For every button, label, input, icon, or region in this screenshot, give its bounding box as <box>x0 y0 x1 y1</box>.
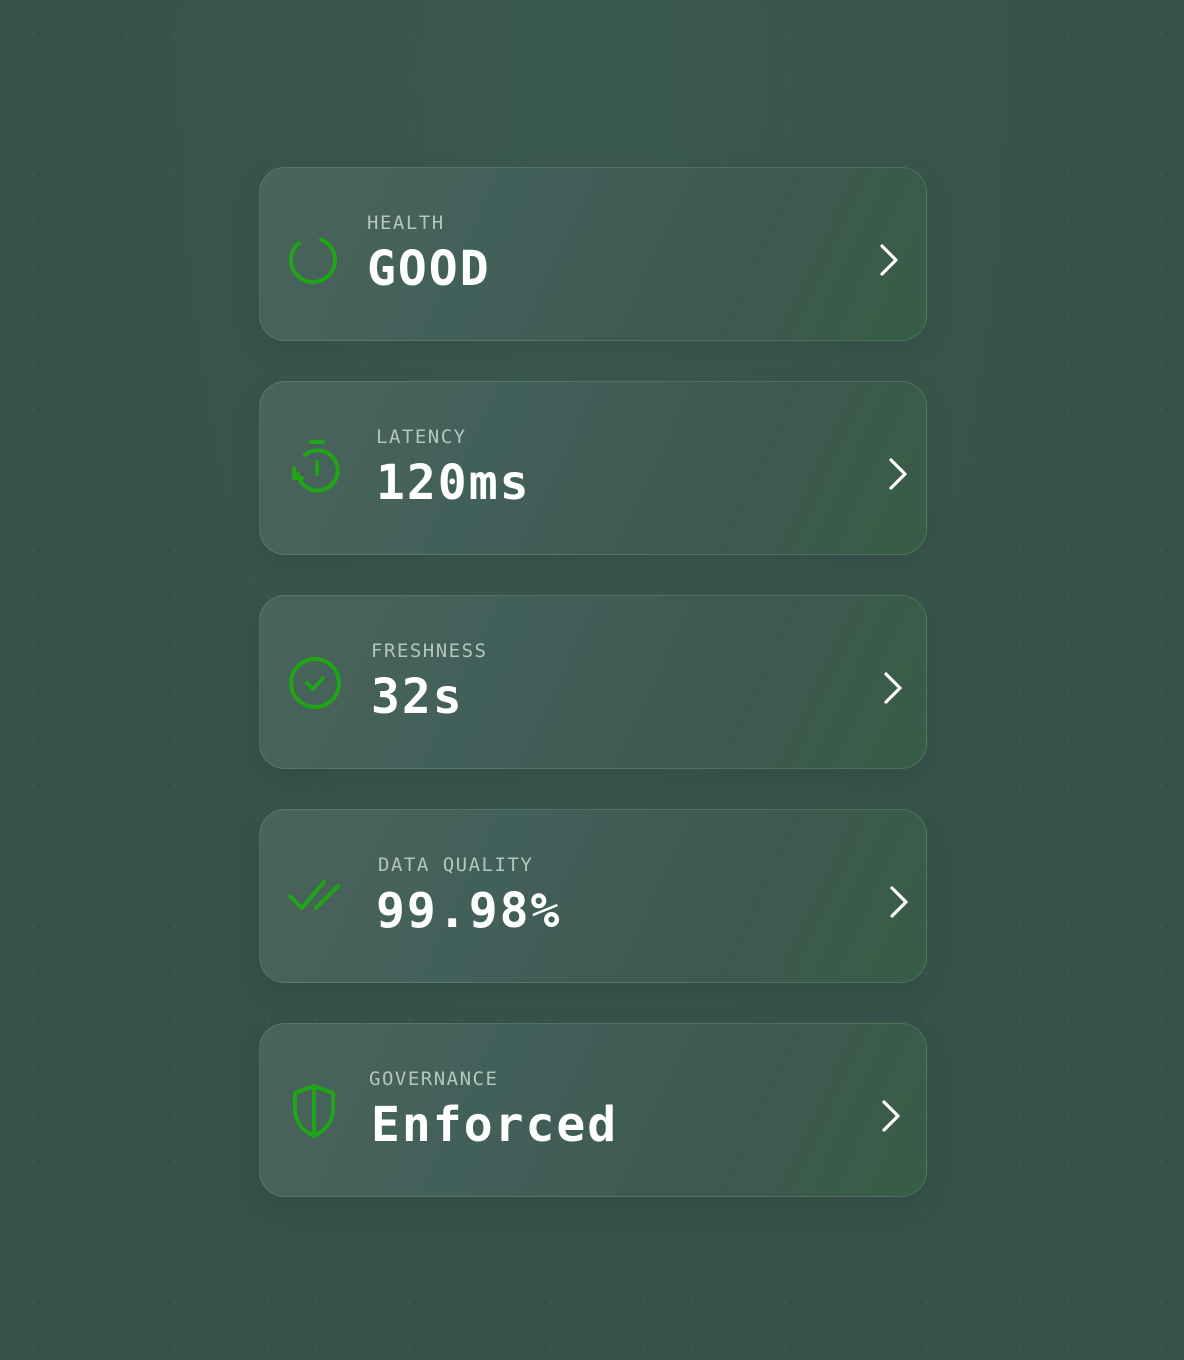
latency-label: LATENCY <box>376 426 467 448</box>
loading-ring-icon <box>283 224 343 284</box>
freshness-value: 32s <box>371 669 464 725</box>
freshness-label: FRESHNESS <box>371 640 488 662</box>
freshness-card[interactable]: FRESHNESS 32s <box>259 595 927 769</box>
governance-card[interactable]: GOVERNANCE Enforced <box>259 1023 927 1197</box>
chevron-right-icon[interactable] <box>873 240 903 280</box>
health-value: GOOD <box>367 241 491 297</box>
latency-value: 120ms <box>376 455 531 511</box>
data-quality-value: 99.98% <box>376 883 562 939</box>
chevron-right-icon[interactable] <box>883 882 913 922</box>
governance-value: Enforced <box>371 1097 619 1153</box>
latency-card[interactable]: LATENCY 120ms <box>259 381 927 555</box>
check-circle-icon <box>284 652 344 712</box>
chevron-right-icon[interactable] <box>882 454 912 494</box>
health-label: HEALTH <box>367 212 445 234</box>
chevron-right-icon[interactable] <box>877 668 907 708</box>
metrics-card-list: HEALTH GOOD LATENCY 120ms FRESHNESS 32s … <box>259 167 927 1197</box>
shield-icon <box>284 1080 344 1140</box>
timer-icon <box>287 438 347 498</box>
data-quality-label: DATA QUALITY <box>378 854 534 876</box>
governance-label: GOVERNANCE <box>369 1068 499 1090</box>
health-card[interactable]: HEALTH GOOD <box>259 167 927 341</box>
double-check-icon <box>286 866 346 926</box>
chevron-right-icon[interactable] <box>875 1096 905 1136</box>
data-quality-card[interactable]: DATA QUALITY 99.98% <box>259 809 927 983</box>
